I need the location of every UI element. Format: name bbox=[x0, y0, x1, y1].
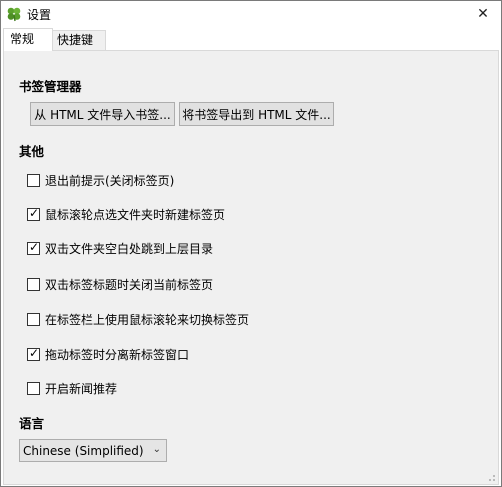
option-news-recommendation[interactable]: 开启新闻推荐 bbox=[27, 380, 117, 396]
option-double-click-up-folder[interactable]: ✓ 双击文件夹空白处跳到上层目录 bbox=[27, 240, 213, 256]
close-icon: ✕ bbox=[477, 6, 489, 22]
option-drag-detach-tab[interactable]: ✓ 拖动标签时分离新标签窗口 bbox=[27, 346, 189, 362]
export-bookmarks-button[interactable]: 将书签导出到 HTML 文件... bbox=[179, 102, 334, 126]
other-heading: 其他 bbox=[19, 144, 45, 159]
checkbox[interactable]: ✓ bbox=[27, 239, 40, 255]
checkbox[interactable] bbox=[27, 277, 40, 291]
language-select[interactable]: Chinese (Simplified) ⌄ bbox=[19, 439, 167, 462]
window-title: 设置 bbox=[27, 8, 52, 22]
tab-shortcuts[interactable]: 快捷键 bbox=[50, 30, 106, 50]
checkmark-icon: ✓ bbox=[29, 239, 40, 254]
option-label: 拖动标签时分离新标签窗口 bbox=[45, 347, 190, 362]
option-double-click-close-tab[interactable]: 双击标签标题时关闭当前标签页 bbox=[27, 276, 213, 292]
option-label: 在标签栏上使用鼠标滚轮来切换标签页 bbox=[45, 312, 250, 327]
close-button[interactable]: ✕ bbox=[465, 1, 501, 27]
settings-window: 设置 ✕ 常规 快捷键 书签管理器 从 HTML 文件导入书签... 将书签导出… bbox=[0, 0, 502, 487]
checkbox[interactable]: ✓ bbox=[27, 205, 40, 221]
language-selected-value: Chinese (Simplified) bbox=[23, 443, 144, 458]
bookmark-manager-heading: 书签管理器 bbox=[19, 79, 82, 94]
checkmark-icon: ✓ bbox=[29, 205, 40, 220]
checkmark-icon: ✓ bbox=[29, 345, 40, 360]
resize-grip[interactable] bbox=[484, 470, 496, 482]
checkbox[interactable] bbox=[27, 173, 40, 187]
language-heading: 语言 bbox=[19, 416, 45, 431]
option-label: 双击文件夹空白处跳到上层目录 bbox=[45, 241, 214, 256]
tab-strip: 常规 快捷键 bbox=[3, 28, 499, 51]
checkbox[interactable] bbox=[27, 312, 40, 326]
option-confirm-exit[interactable]: 退出前提示(关闭标签页) bbox=[27, 172, 174, 188]
title-bar[interactable]: 设置 ✕ bbox=[1, 1, 501, 28]
tab-general[interactable]: 常规 bbox=[3, 28, 53, 51]
checkbox[interactable] bbox=[27, 381, 40, 395]
chevron-down-icon: ⌄ bbox=[152, 444, 161, 455]
option-wheel-switch-tabs[interactable]: 在标签栏上使用鼠标滚轮来切换标签页 bbox=[27, 311, 249, 327]
clover-icon bbox=[7, 7, 21, 22]
import-bookmarks-button[interactable]: 从 HTML 文件导入书签... bbox=[30, 102, 175, 126]
general-panel: 书签管理器 从 HTML 文件导入书签... 将书签导出到 HTML 文件...… bbox=[3, 50, 499, 485]
option-label: 退出前提示(关闭标签页) bbox=[45, 173, 175, 188]
option-label: 开启新闻推荐 bbox=[45, 381, 118, 396]
option-middle-click-folder-new-tab[interactable]: ✓ 鼠标滚轮点选文件夹时新建标签页 bbox=[27, 206, 225, 222]
option-label: 双击标签标题时关闭当前标签页 bbox=[45, 277, 214, 292]
checkbox[interactable]: ✓ bbox=[27, 345, 40, 361]
option-label: 鼠标滚轮点选文件夹时新建标签页 bbox=[45, 207, 226, 222]
